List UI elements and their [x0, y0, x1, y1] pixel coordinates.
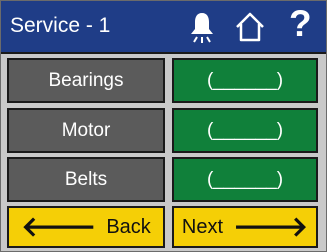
bearings-button[interactable]: Bearings: [7, 58, 165, 103]
belts-label: Belts: [64, 168, 108, 190]
belts-value: (______): [206, 168, 284, 190]
bearings-label: Bearings: [48, 69, 124, 91]
bearings-value-button[interactable]: (______): [172, 58, 318, 103]
arrow-left-icon: 🡐: [21, 211, 97, 242]
back-button[interactable]: 🡐 Back: [7, 206, 165, 248]
motor-value-button[interactable]: (______): [172, 108, 318, 153]
motor-label: Motor: [61, 119, 111, 141]
home-icon[interactable]: [234, 11, 266, 43]
service-screen: Service - 1 ? Bearings (______) Motor (_…: [0, 0, 327, 252]
next-button[interactable]: Next 🡒: [172, 206, 318, 248]
motor-value: (______): [206, 119, 284, 141]
bearings-value: (______): [206, 69, 284, 91]
belts-button[interactable]: Belts: [7, 157, 165, 202]
belts-value-button[interactable]: (______): [172, 157, 318, 202]
back-label: Back: [106, 215, 151, 238]
next-label: Next: [181, 215, 224, 238]
motor-button[interactable]: Motor: [7, 108, 165, 153]
page-title: Service - 1: [10, 14, 111, 37]
help-icon[interactable]: ?: [289, 2, 312, 46]
arrow-right-icon: 🡒: [233, 211, 309, 242]
header-bar: Service - 1 ?: [1, 1, 326, 54]
bell-icon[interactable]: [187, 10, 217, 44]
